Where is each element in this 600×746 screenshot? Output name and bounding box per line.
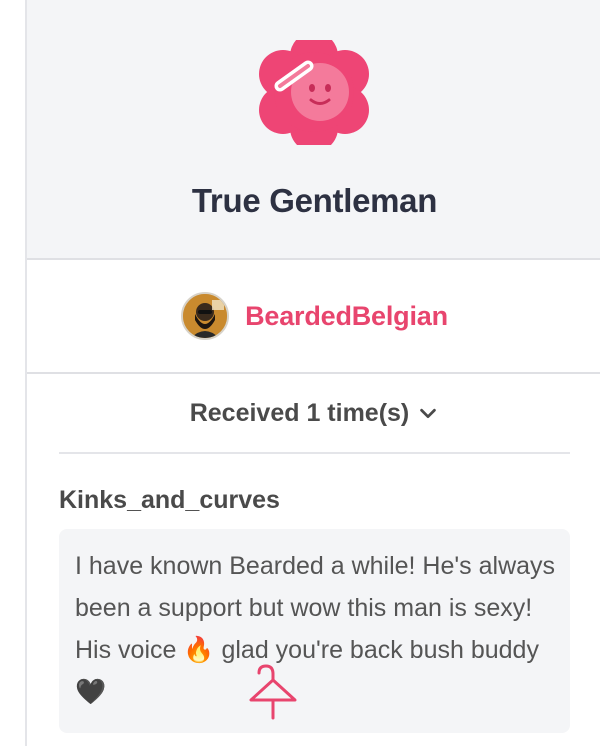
review: Kinks_and_curves I have known Bearded a … — [59, 486, 570, 733]
fire-emoji: 🔥 — [183, 635, 215, 664]
user-row[interactable]: BeardedBelgian — [27, 260, 600, 374]
received-toggle[interactable]: Received 1 time(s) — [59, 374, 570, 454]
username-link[interactable]: BeardedBelgian — [245, 301, 448, 332]
comment-text-2: glad you're back bush buddy — [214, 636, 539, 664]
badge-icon — [249, 32, 379, 152]
heart-emoji: 🖤 — [75, 677, 107, 706]
badge-title: True Gentleman — [191, 182, 438, 219]
review-author: Kinks_and_curves — [59, 486, 280, 514]
badge-header: True Gentleman — [27, 0, 600, 260]
received-label: Received 1 time(s) — [189, 398, 410, 427]
badge-card: True Gentleman BeardedBelgian Received 1… — [25, 0, 600, 746]
review-comment: I have known Bearded a while! He's alway… — [59, 529, 570, 733]
chevron-down-icon — [420, 408, 437, 419]
avatar[interactable] — [181, 292, 230, 340]
